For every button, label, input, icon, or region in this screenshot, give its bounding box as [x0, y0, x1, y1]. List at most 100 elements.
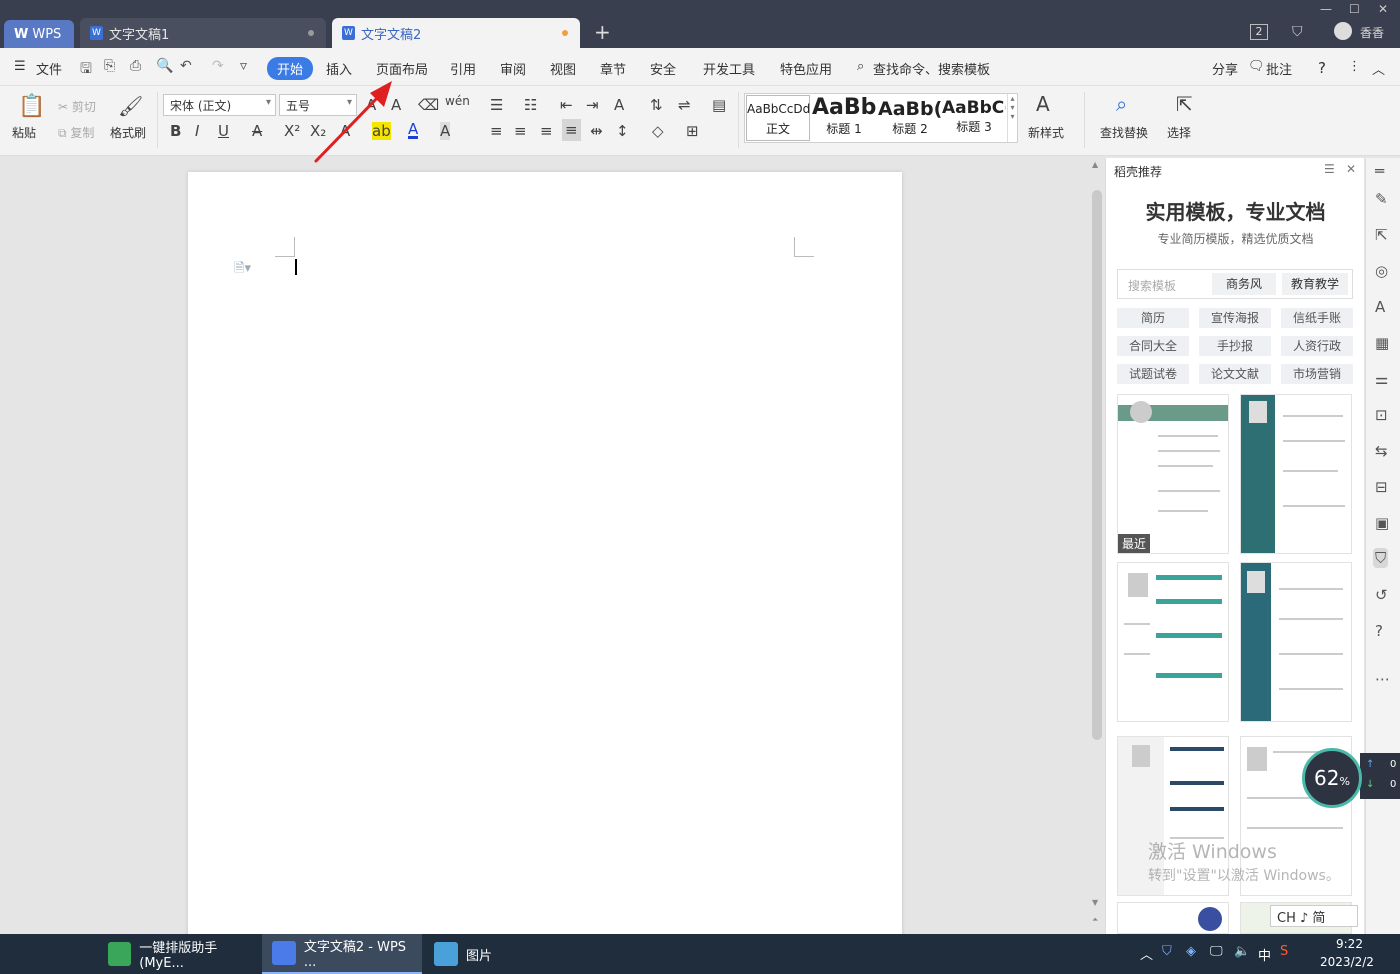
- tag-hr-admin[interactable]: 人资行政: [1281, 336, 1353, 356]
- italic-icon[interactable]: I: [195, 122, 199, 140]
- more-dots-icon[interactable]: ⋯: [1375, 670, 1390, 688]
- search-icon[interactable]: ⌕: [857, 59, 864, 74]
- template-thumbnail[interactable]: 最近: [1117, 394, 1229, 554]
- template-thumbnail[interactable]: [1240, 562, 1352, 722]
- template-thumbnail[interactable]: [1117, 562, 1229, 722]
- cube-tray-icon[interactable]: ◈: [1186, 944, 1196, 959]
- style-heading-1[interactable]: AaBb 标题 1: [812, 95, 876, 137]
- page-up-icon[interactable]: ⏶: [1092, 915, 1098, 925]
- security-tray-icon[interactable]: ⛉: [1162, 944, 1172, 959]
- panel-menu-icon[interactable]: ☰: [1324, 162, 1335, 176]
- format-painter-icon[interactable]: 🖌: [118, 94, 143, 118]
- tag-letter[interactable]: 信纸手账: [1281, 308, 1353, 328]
- search-tag-education[interactable]: 教育教学: [1282, 273, 1348, 295]
- more-icon[interactable]: ⋮: [1348, 59, 1361, 74]
- print-preview-icon[interactable]: 🔍: [156, 58, 173, 74]
- output-pdf-icon[interactable]: ⎘: [104, 58, 115, 74]
- close-icon[interactable]: ✕: [1378, 2, 1388, 16]
- search-tag-business[interactable]: 商务风: [1212, 273, 1276, 295]
- clock-date[interactable]: 2023/2/2: [1320, 955, 1374, 969]
- style-heading-3[interactable]: AaBbC( 标题 3: [942, 98, 1006, 135]
- tab-wps-home[interactable]: W WPS: [4, 20, 74, 48]
- menu-features[interactable]: 特色应用: [780, 59, 832, 78]
- distributed-icon[interactable]: ⇹: [590, 122, 603, 140]
- menu-references[interactable]: 引用: [450, 59, 476, 78]
- show-marks-icon[interactable]: ⇌: [678, 96, 691, 114]
- copy-button[interactable]: ⧉ 复制: [58, 124, 94, 141]
- tag-exam[interactable]: 试题试卷: [1117, 364, 1189, 384]
- menu-chapter[interactable]: 章节: [600, 59, 626, 78]
- numbered-list-icon[interactable]: ☷: [524, 96, 537, 114]
- menu-review[interactable]: 审阅: [500, 59, 526, 78]
- sort-icon[interactable]: ⇅: [650, 96, 663, 114]
- cut-button[interactable]: ✂ 剪切: [58, 98, 96, 115]
- menu-security[interactable]: 安全: [650, 59, 676, 78]
- app-tray-icon[interactable]: S: [1280, 944, 1288, 959]
- new-tab-button[interactable]: +: [594, 20, 611, 44]
- table-icon[interactable]: ▦: [1375, 334, 1389, 352]
- bold-icon[interactable]: B: [170, 122, 181, 140]
- panel-header[interactable]: 稻壳推荐: [1114, 163, 1162, 180]
- ime-toolbar[interactable]: CH ♪ 简: [1270, 905, 1358, 927]
- text-style-icon[interactable]: A: [1375, 298, 1385, 316]
- superscript-icon[interactable]: X²: [284, 122, 300, 140]
- paste-button[interactable]: 粘贴: [12, 124, 36, 141]
- format-painter-button[interactable]: 格式刷: [110, 124, 146, 141]
- tab-close-dot-icon[interactable]: [308, 30, 314, 36]
- user-name[interactable]: 香香: [1360, 24, 1384, 41]
- line-spacing-icon[interactable]: ↕: [616, 122, 629, 140]
- tag-marketing[interactable]: 市场营销: [1281, 364, 1353, 384]
- tab-document-1[interactable]: W 文字文稿1: [80, 18, 326, 48]
- memory-gauge[interactable]: 62%: [1302, 748, 1362, 808]
- skin-icon[interactable]: ⛉: [1292, 24, 1303, 40]
- help-icon[interactable]: ?: [1318, 59, 1326, 77]
- maximize-icon[interactable]: ☐: [1349, 2, 1360, 16]
- select-button[interactable]: 选择: [1167, 124, 1191, 141]
- tag-resume[interactable]: 简历: [1117, 308, 1189, 328]
- translate-icon[interactable]: ⇆: [1375, 442, 1388, 460]
- tray-expand-icon[interactable]: ︿: [1140, 944, 1153, 963]
- menu-icon[interactable]: ☰: [14, 59, 26, 74]
- window-count-badge[interactable]: 2: [1250, 24, 1268, 40]
- find-replace-button[interactable]: 查找替换: [1100, 124, 1148, 141]
- save-icon[interactable]: 🖫: [80, 58, 92, 82]
- decrease-indent-icon[interactable]: ⇤: [560, 96, 573, 114]
- new-style-button[interactable]: 新样式: [1028, 124, 1064, 141]
- collapse-ribbon-icon[interactable]: ︿: [1372, 59, 1385, 78]
- help-circle-icon[interactable]: ?: [1375, 622, 1383, 640]
- template-search-box[interactable]: 搜索模板 商务风 教育教学: [1117, 269, 1353, 299]
- find-icon[interactable]: ⌕: [1116, 92, 1127, 116]
- redo-icon[interactable]: ↷: [212, 58, 224, 74]
- tag-paper[interactable]: 论文文献: [1199, 364, 1271, 384]
- justify-icon[interactable]: ≡: [562, 119, 581, 141]
- volume-icon[interactable]: 🔈: [1234, 944, 1250, 959]
- menu-view[interactable]: 视图: [550, 59, 576, 78]
- image-search-icon[interactable]: ⊡: [1375, 406, 1388, 424]
- minimize-icon[interactable]: —: [1320, 2, 1332, 16]
- outline-icon[interactable]: ▤: [712, 96, 726, 114]
- picture-icon[interactable]: ▣: [1375, 514, 1389, 532]
- paste-icon[interactable]: 📋: [18, 94, 45, 119]
- clear-format-icon[interactable]: ⌫: [418, 96, 439, 114]
- style-heading-2[interactable]: AaBb( 标题 2: [878, 98, 942, 137]
- customize-dropdown-icon[interactable]: ▿: [240, 58, 247, 74]
- scroll-down-icon[interactable]: ▼: [1092, 898, 1098, 907]
- select-cursor-icon[interactable]: ⇱: [1176, 92, 1193, 116]
- scrollbar-thumb[interactable]: [1092, 190, 1102, 740]
- share-button[interactable]: 分享: [1212, 59, 1238, 78]
- pointer-icon[interactable]: ⇱: [1375, 226, 1388, 244]
- tag-handwritten[interactable]: 手抄报: [1199, 336, 1271, 356]
- increase-indent-icon[interactable]: ⇥: [586, 96, 599, 114]
- command-search[interactable]: 查找命令、搜索模板: [873, 59, 990, 78]
- avatar[interactable]: [1334, 22, 1352, 40]
- taskbar-item-photos[interactable]: 图片: [424, 934, 578, 974]
- style-gallery-scroll[interactable]: ▴ ▾ ▾: [1007, 94, 1017, 142]
- settings-sliders-icon[interactable]: ⚌: [1375, 370, 1388, 388]
- bullet-list-icon[interactable]: ☰: [490, 96, 503, 114]
- tag-contract[interactable]: 合同大全: [1117, 336, 1189, 356]
- align-right-icon[interactable]: ≡: [540, 122, 553, 140]
- underline-icon[interactable]: U: [218, 122, 229, 140]
- strikethrough-icon[interactable]: A: [252, 122, 262, 140]
- align-center-icon[interactable]: ≡: [514, 122, 527, 140]
- tab-unsaved-dot-icon[interactable]: [562, 30, 568, 36]
